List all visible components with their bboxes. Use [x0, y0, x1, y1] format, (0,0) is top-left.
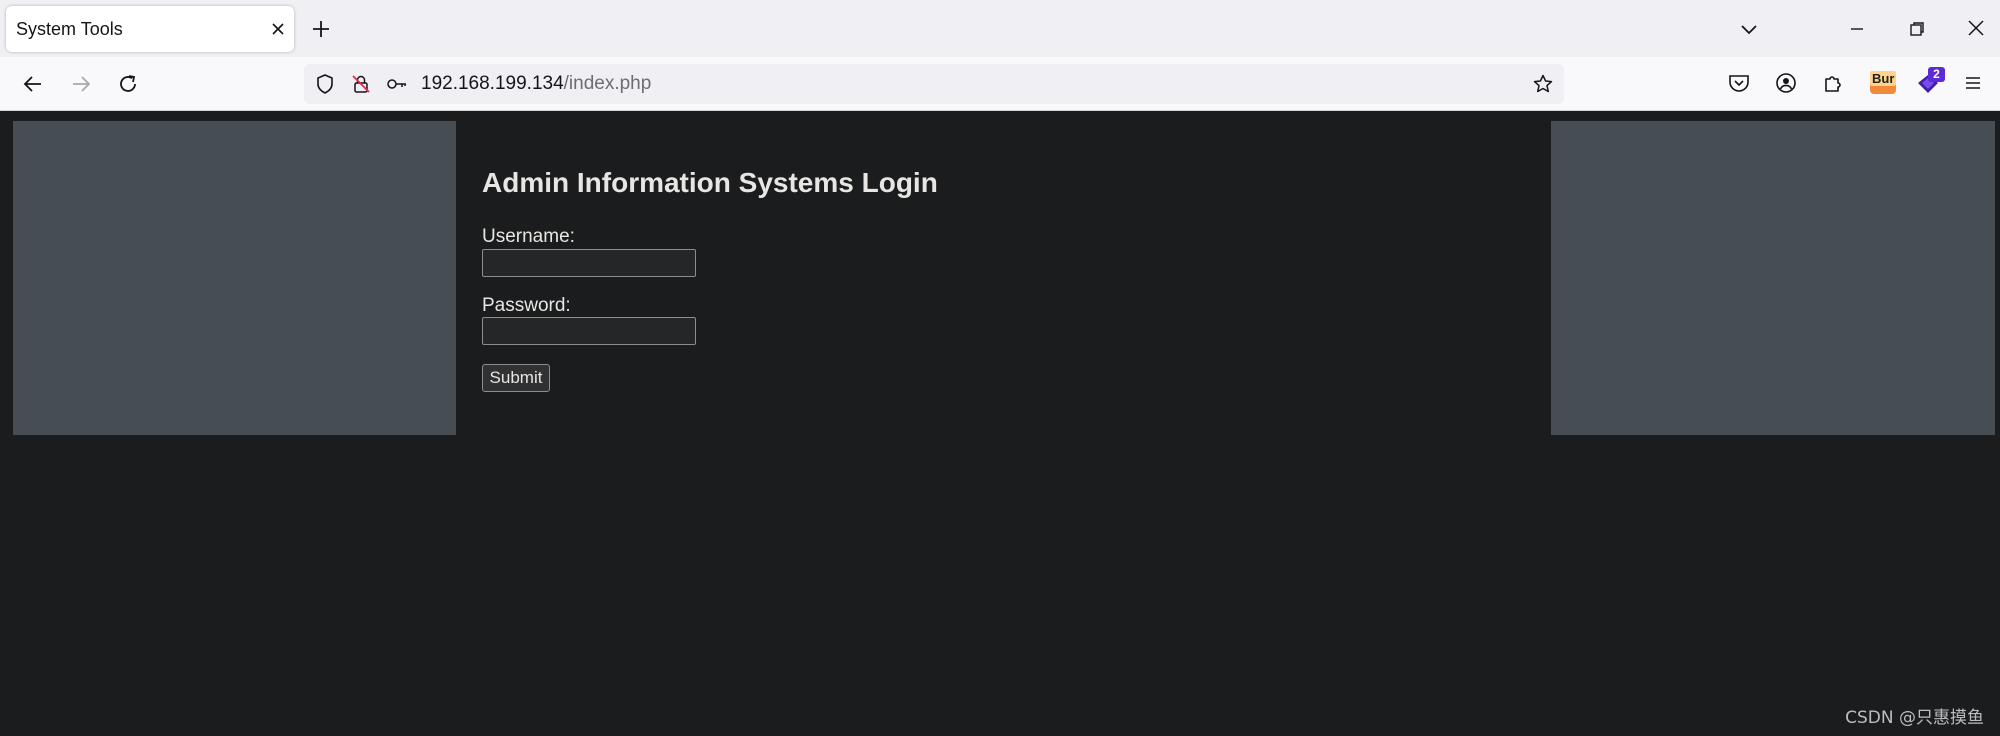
url-path: /index.php [563, 73, 652, 94]
reload-icon[interactable] [115, 71, 141, 97]
back-arrow-icon[interactable] [20, 71, 46, 97]
minimize-icon[interactable] [1846, 18, 1868, 40]
insecure-lock-icon[interactable] [350, 73, 372, 95]
tab-strip: System Tools [0, 0, 2000, 57]
right-side-panel [1551, 121, 1995, 435]
left-side-panel [13, 121, 456, 435]
extension-badge: 2 [1928, 67, 1945, 82]
page-content: Admin Information Systems Login Username… [0, 112, 2000, 736]
url-text[interactable]: 192.168.199.134/index.php [421, 73, 651, 95]
extensions-puzzle-icon[interactable] [1820, 70, 1846, 96]
pocket-icon[interactable] [1726, 70, 1752, 96]
page-title: Admin Information Systems Login [482, 167, 938, 198]
watermark-text: CSDN @只惠摸鱼 [1845, 708, 1984, 728]
hamburger-menu-icon[interactable] [1960, 70, 1986, 96]
extension-icon[interactable]: 2 [1914, 67, 1946, 99]
submit-button[interactable]: Submit [482, 364, 550, 392]
account-icon[interactable] [1773, 70, 1799, 96]
browser-tab[interactable]: System Tools [6, 6, 294, 52]
username-label: Username: [482, 226, 575, 247]
password-field[interactable] [482, 317, 696, 345]
burp-label: Bur [1870, 71, 1897, 86]
close-tab-icon[interactable] [268, 19, 288, 39]
burp-extension-icon[interactable]: Bur [1868, 66, 1898, 96]
new-tab-icon[interactable] [310, 18, 332, 40]
address-bar[interactable]: 192.168.199.134/index.php [304, 64, 1564, 104]
username-field[interactable] [482, 249, 696, 277]
key-icon[interactable] [386, 73, 408, 95]
bookmark-star-icon[interactable] [1532, 73, 1554, 95]
window-close-icon[interactable] [1964, 16, 1988, 40]
navigation-toolbar: 192.168.199.134/index.php Bur 2 [0, 57, 2000, 111]
chevron-down-icon[interactable] [1738, 18, 1760, 40]
password-label: Password: [482, 295, 571, 316]
url-host: 192.168.199.134 [421, 73, 564, 94]
tab-title: System Tools [16, 19, 123, 39]
forward-arrow-icon[interactable] [68, 71, 94, 97]
restore-icon[interactable] [1906, 18, 1928, 40]
tracking-protection-shield-icon[interactable] [314, 73, 336, 95]
